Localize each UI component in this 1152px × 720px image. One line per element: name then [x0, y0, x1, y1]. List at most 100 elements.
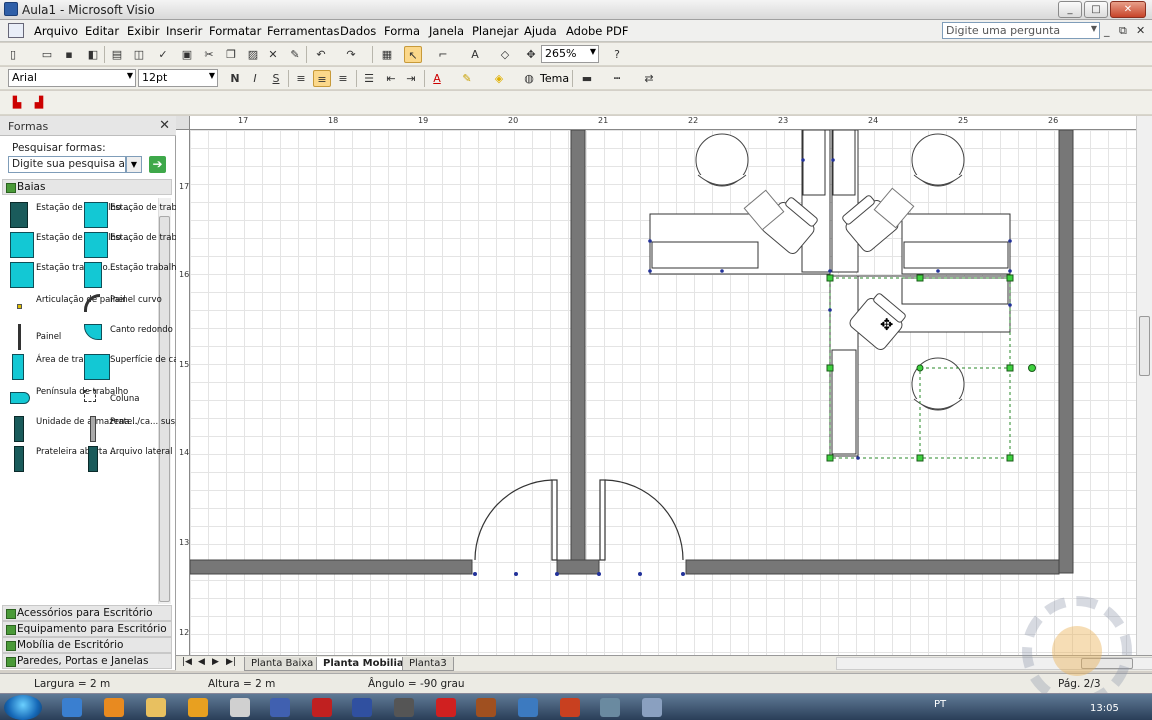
shape-workstation-6[interactable]: Estação trabalho...: [76, 260, 190, 290]
firefox-icon[interactable]: [104, 698, 124, 717]
ap-icon[interactable]: [518, 698, 538, 717]
visio-task-icon[interactable]: [270, 698, 290, 717]
shape-open-shelf[interactable]: Prateleira aberta ...: [2, 444, 118, 474]
canvas-vertical-scrollbar[interactable]: [1136, 116, 1152, 655]
spelling-icon[interactable]: ✓: [154, 46, 172, 63]
shape-corner-surface[interactable]: Superfície de canto: [76, 352, 192, 382]
help-icon[interactable]: ?: [608, 46, 626, 63]
menu-editar[interactable]: Editar: [85, 24, 119, 38]
connector-tool-icon[interactable]: ⌐: [434, 46, 452, 63]
theme-icon[interactable]: ◍: [520, 70, 538, 87]
shape-round-corner[interactable]: Canto redondo: [76, 322, 173, 352]
search-go-icon[interactable]: ➔: [149, 156, 166, 173]
prev-page-icon[interactable]: ◀: [198, 657, 205, 667]
next-page-icon[interactable]: ▶: [212, 657, 219, 667]
shape-workstation-5[interactable]: Estação trabalho...: [2, 260, 116, 290]
line-ends-icon[interactable]: ⇄: [640, 70, 658, 87]
filezilla-icon[interactable]: [312, 698, 332, 717]
italic-button[interactable]: I: [246, 70, 264, 87]
doc-close-button[interactable]: ✕: [1136, 24, 1145, 37]
stencil-walls-doors-windows[interactable]: Paredes, Portas e Janelas: [2, 653, 172, 669]
format-painter-icon[interactable]: ✎: [286, 46, 304, 63]
shape-curved-panel[interactable]: Painel curvo: [76, 292, 162, 322]
horizontal-ruler[interactable]: 17 18 19 20 21 22 23 24 25 26: [190, 116, 1136, 130]
record-icon[interactable]: [436, 698, 456, 717]
close-button[interactable]: ✕: [1110, 1, 1146, 18]
font-color-button[interactable]: A: [428, 70, 446, 87]
print-icon[interactable]: ▤: [108, 46, 126, 63]
bullets-icon[interactable]: ☰: [360, 70, 378, 87]
close-icon[interactable]: ✕: [159, 118, 170, 133]
research-icon[interactable]: ▣: [178, 46, 196, 63]
zoom-select[interactable]: 265% ▼: [541, 45, 599, 63]
print-preview-icon[interactable]: ◫: [130, 46, 148, 63]
chrome-icon[interactable]: [560, 698, 580, 717]
decrease-indent-icon[interactable]: ⇤: [382, 70, 400, 87]
canvas-vertical-scrollbar-thumb[interactable]: [1139, 316, 1150, 376]
pan-zoom-icon[interactable]: ✥: [522, 46, 540, 63]
chevron-down-icon[interactable]: ▼: [590, 47, 596, 56]
pointer-tool-icon[interactable]: ↖: [404, 46, 422, 63]
menu-ferramentas[interactable]: Ferramentas: [267, 24, 339, 38]
menu-forma[interactable]: Forma: [384, 24, 420, 38]
tab-planta3[interactable]: Planta3: [402, 657, 454, 671]
pdf-email-icon[interactable]: ▟: [30, 94, 48, 111]
word-icon[interactable]: [352, 698, 372, 717]
camera-icon[interactable]: [394, 698, 414, 717]
doc-restore-button[interactable]: ⧉: [1119, 24, 1127, 38]
last-page-icon[interactable]: ▶|: [226, 657, 236, 667]
align-center-icon[interactable]: ≡: [313, 70, 331, 87]
increase-indent-icon[interactable]: ⇥: [402, 70, 420, 87]
menu-exibir[interactable]: Exibir: [127, 24, 160, 38]
shape-panel[interactable]: Painel: [2, 322, 76, 352]
delete-icon[interactable]: ✕: [264, 46, 282, 63]
first-page-icon[interactable]: |◀: [182, 657, 192, 667]
vertical-ruler[interactable]: 17 16 15 14 13 12: [176, 130, 190, 655]
maximize-button[interactable]: □: [1084, 1, 1108, 18]
menu-janela[interactable]: Janela: [429, 24, 464, 38]
chevron-down-icon[interactable]: ▼: [127, 71, 133, 80]
align-left-icon[interactable]: ≡: [292, 70, 310, 87]
menu-adobe-pdf[interactable]: Adobe PDF: [566, 24, 628, 38]
document-icon[interactable]: [8, 23, 24, 38]
app-icon[interactable]: [230, 698, 250, 717]
language-indicator[interactable]: PT: [934, 699, 946, 710]
cut-icon[interactable]: ✂: [200, 46, 218, 63]
floor-plan-drawing[interactable]: ✥: [190, 130, 1136, 655]
menu-arquivo[interactable]: Arquivo: [34, 24, 78, 38]
text-tool-icon[interactable]: A: [466, 46, 484, 63]
media-icon[interactable]: [188, 698, 208, 717]
ie-icon[interactable]: [62, 698, 82, 717]
shape-workstation-4[interactable]: Estação de trabalho ...: [76, 230, 206, 260]
shape-panel-joint[interactable]: Articulação de painel: [2, 292, 126, 322]
chevron-down-icon[interactable]: ▼: [126, 156, 142, 173]
menu-inserir[interactable]: Inserir: [166, 24, 202, 38]
line-pattern-icon[interactable]: ┅: [608, 70, 626, 87]
stencil-office-accessories[interactable]: Acessórios para Escritório: [2, 605, 172, 621]
doc-minimize-button[interactable]: _: [1104, 24, 1110, 37]
convert-pdf-icon[interactable]: ▙: [8, 94, 26, 111]
shape-work-peninsula[interactable]: Península de trabalho: [2, 384, 128, 414]
drawing-canvas[interactable]: ✥: [190, 130, 1136, 655]
explorer-icon[interactable]: [146, 698, 166, 717]
users-icon[interactable]: [600, 698, 620, 717]
permission-icon[interactable]: ◧: [84, 46, 102, 63]
shape-workstation-1[interactable]: Estação de trabalho ...: [2, 200, 132, 230]
shapes-scrollbar-thumb[interactable]: [159, 216, 170, 602]
shape-workstation-2[interactable]: Estação de trabalho ...: [76, 200, 206, 230]
line-color-icon[interactable]: ✎: [458, 70, 476, 87]
theme-label[interactable]: Tema: [540, 72, 569, 85]
tab-planta-baixa[interactable]: Planta Baixa: [244, 657, 321, 671]
chevron-down-icon[interactable]: ▼: [209, 71, 215, 80]
align-right-icon[interactable]: ≡: [334, 70, 352, 87]
drawing-tools-icon[interactable]: ◇: [496, 46, 514, 63]
tab-planta-mobilia[interactable]: Planta Mobilia: [316, 657, 411, 671]
new-document-icon[interactable]: ▯: [4, 46, 22, 63]
font-select[interactable]: Arial ▼: [8, 69, 136, 87]
shapes-window-icon[interactable]: ▦: [378, 46, 396, 63]
shape-storage-unit[interactable]: Unidade de armazena...: [2, 414, 138, 444]
stencil-office-equipment[interactable]: Equipamento para Escritório: [2, 621, 172, 637]
chevron-down-icon[interactable]: ▼: [1091, 24, 1097, 33]
bold-button[interactable]: N: [226, 70, 244, 87]
shape-hanging-shelf[interactable]: Pratel./ca... susp. p/ c...: [76, 414, 210, 444]
